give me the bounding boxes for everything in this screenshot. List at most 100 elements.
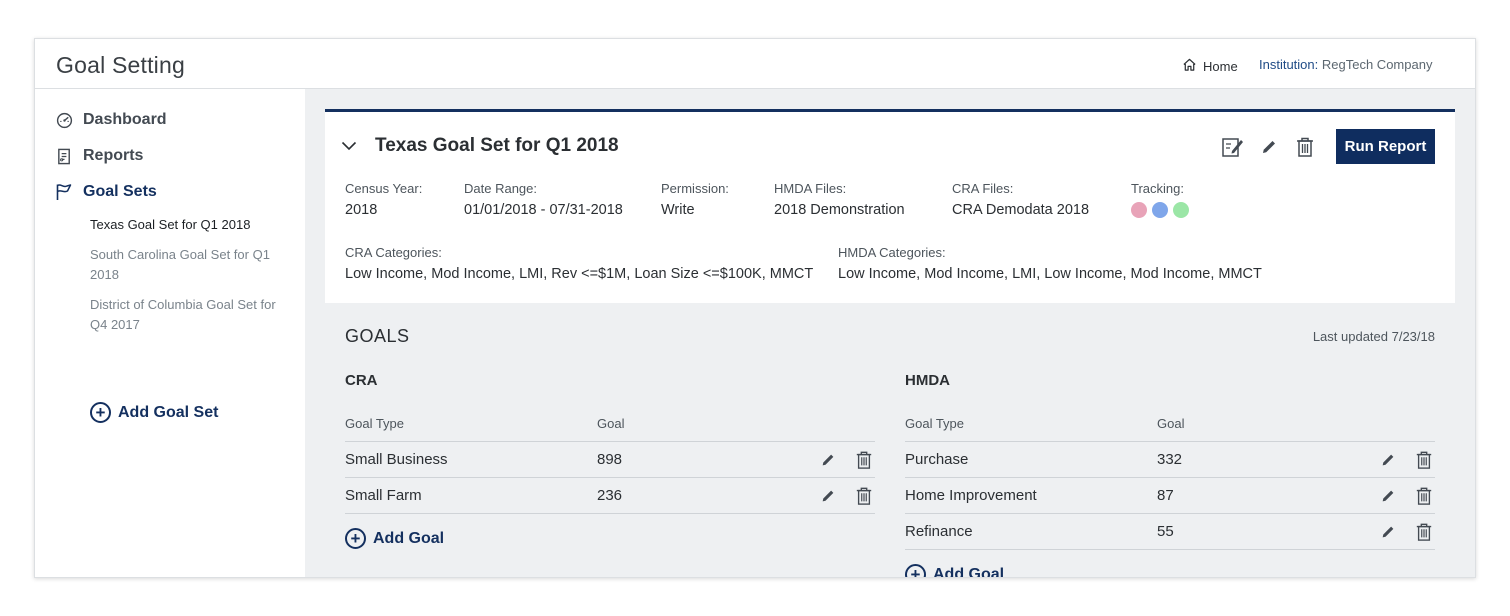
reports-icon	[55, 147, 73, 165]
cra-files-value: CRA Demodata 2018	[952, 202, 1090, 218]
cra-files-label: CRA Files:	[952, 181, 1014, 196]
institution: Institution: RegTech Company	[1259, 57, 1432, 72]
add-goal-button[interactable]: + Add Goal	[345, 528, 875, 549]
col-goal-type: Goal Type	[345, 416, 405, 431]
goal-value-cell: 236	[597, 487, 623, 504]
plus-circle-icon: +	[905, 564, 926, 577]
pencil-icon[interactable]	[1254, 132, 1284, 162]
flag-icon	[55, 183, 73, 201]
hmda-files-label: HMDA Files:	[774, 181, 847, 196]
table-row: Refinance 55	[905, 514, 1435, 550]
sidebar-item-label: Dashboard	[83, 111, 167, 128]
trash-icon[interactable]	[1413, 485, 1435, 507]
pencil-icon[interactable]	[1377, 521, 1399, 543]
chevron-down-icon[interactable]	[341, 138, 357, 154]
pencil-icon[interactable]	[817, 449, 839, 471]
tracking-dot	[1173, 202, 1189, 218]
pencil-icon[interactable]	[817, 485, 839, 507]
tracking-label: Tracking:	[1131, 181, 1184, 196]
sidebar-item-label: Reports	[83, 147, 144, 164]
sidebar-item-goal-sets[interactable]: Goal Sets	[55, 183, 157, 201]
institution-name[interactable]: RegTech Company	[1322, 57, 1433, 72]
goal-type-cell: Refinance	[905, 523, 973, 540]
sidebar-item-reports[interactable]: Reports	[55, 147, 143, 165]
app-title: Goal Setting	[56, 52, 185, 78]
last-updated: Last updated 7/23/18	[1312, 329, 1435, 344]
add-goal-label: Add Goal	[933, 565, 1005, 578]
cra-categories-value: Low Income, Mod Income, LMI, Rev <=$1M, …	[345, 266, 814, 282]
pencil-icon[interactable]	[1377, 485, 1399, 507]
top-bar: Goal Setting Home Institution: RegTech C…	[35, 39, 1475, 89]
date-range-value: 01/01/2018 - 07/31-2018	[464, 202, 623, 218]
tracking-dot	[1131, 202, 1147, 218]
goal-set-link[interactable]: South Carolina Goal Set for Q1 2018	[90, 245, 290, 285]
add-goal-set-button[interactable]: + Add Goal Set	[90, 402, 218, 423]
tracking-dots	[1131, 202, 1189, 218]
hmda-categories-value: Low Income, Mod Income, LMI, Low Income,…	[838, 266, 1262, 282]
goal-set-card: Texas Goal Set for Q1 2018 Run Report Ce…	[325, 109, 1455, 303]
plus-circle-icon: +	[345, 528, 366, 549]
date-range-label: Date Range:	[464, 181, 537, 196]
dashboard-icon	[55, 111, 73, 129]
goals-heading: GOALS	[345, 326, 410, 346]
goal-set-title: Texas Goal Set for Q1 2018	[375, 135, 619, 156]
goal-value-cell: 332	[1157, 451, 1183, 468]
goal-type-cell: Purchase	[905, 451, 969, 468]
hmda-files-value: 2018 Demonstration	[774, 202, 905, 218]
table-row: Purchase 332	[905, 442, 1435, 478]
col-goal-type: Goal Type	[905, 416, 965, 431]
trash-icon[interactable]	[853, 485, 875, 507]
trash-icon[interactable]	[1413, 521, 1435, 543]
home-label: Home	[1203, 58, 1238, 74]
plus-circle-icon: +	[90, 402, 111, 423]
goal-value-cell: 898	[597, 451, 623, 468]
table-row: Home Improvement 87	[905, 478, 1435, 514]
cra-categories: CRA Categories: Low Income, Mod Income, …	[345, 245, 813, 282]
run-report-button[interactable]: Run Report	[1336, 129, 1435, 164]
institution-label: Institution:	[1259, 57, 1319, 72]
goal-type-cell: Small Farm	[345, 487, 422, 504]
sidebar-item-label: Goal Sets	[83, 183, 157, 200]
sidebar-item-dashboard[interactable]: Dashboard	[55, 111, 167, 129]
census-year-label: Census Year:	[345, 181, 423, 196]
cra-files: CRA Files: CRA Demodata 2018	[952, 181, 1089, 218]
trash-icon[interactable]	[1413, 449, 1435, 471]
date-range: Date Range: 01/01/2018 - 07/31-2018	[464, 181, 623, 218]
permission: Permission: Write	[661, 181, 729, 218]
add-goal-button[interactable]: + Add Goal	[905, 564, 1435, 578]
census-year: Census Year: 2018	[345, 181, 422, 218]
home-icon	[1182, 57, 1197, 75]
col-goal: Goal	[1157, 416, 1185, 431]
table-header: Goal Type Goal	[345, 416, 875, 442]
home-link[interactable]: Home	[1182, 57, 1238, 75]
hmda-categories: HMDA Categories: Low Income, Mod Income,…	[838, 245, 1262, 282]
goal-set-link[interactable]: Texas Goal Set for Q1 2018	[90, 215, 290, 235]
cra-title: CRA	[345, 372, 378, 389]
hmda-goals-table: HMDA Goal Type Goal Purchase 332 Home Im…	[905, 372, 1435, 578]
hmda-files: HMDA Files: 2018 Demonstration	[774, 181, 905, 218]
add-goal-label: Add Goal	[373, 529, 445, 547]
goal-type-cell: Small Business	[345, 451, 448, 468]
goal-type-cell: Home Improvement	[905, 487, 1037, 504]
permission-label: Permission:	[661, 181, 729, 196]
table-row: Small Farm 236	[345, 478, 875, 514]
app-window: Goal Setting Home Institution: RegTech C…	[34, 38, 1476, 578]
census-year-value: 2018	[345, 202, 378, 218]
table-row: Small Business 898	[345, 442, 875, 478]
goal-value-cell: 87	[1157, 487, 1174, 504]
edit-note-icon[interactable]	[1218, 132, 1248, 162]
card-toolbar: Run Report	[1212, 129, 1435, 164]
add-goal-set-label: Add Goal Set	[118, 403, 219, 421]
pencil-icon[interactable]	[1377, 449, 1399, 471]
main-content: Texas Goal Set for Q1 2018 Run Report Ce…	[305, 89, 1475, 578]
sidebar: Dashboard Reports Goal Sets Texas Goal S…	[35, 89, 305, 577]
cra-categories-label: CRA Categories:	[345, 245, 442, 260]
table-header: Goal Type Goal	[905, 416, 1435, 442]
goal-set-link[interactable]: District of Columbia Goal Set for Q4 201…	[90, 295, 290, 335]
hmda-categories-label: HMDA Categories:	[838, 245, 946, 260]
tracking-dot	[1152, 202, 1168, 218]
trash-icon[interactable]	[1290, 132, 1320, 162]
permission-value: Write	[661, 202, 695, 218]
col-goal: Goal	[597, 416, 625, 431]
trash-icon[interactable]	[853, 449, 875, 471]
